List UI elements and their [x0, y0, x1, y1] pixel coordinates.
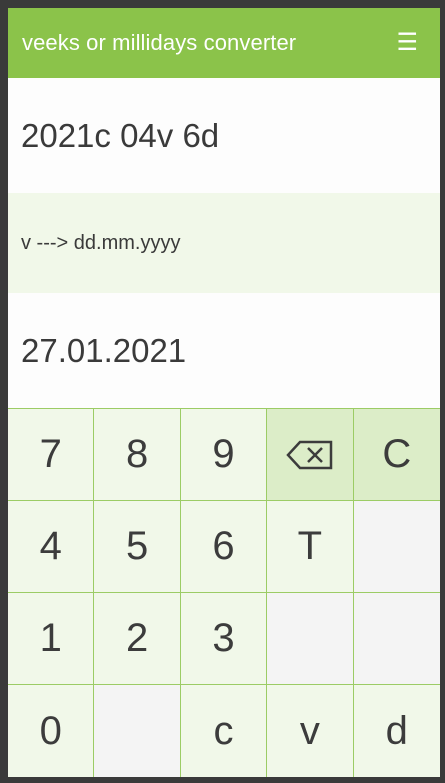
key-6[interactable]: 6: [180, 501, 268, 593]
key-0[interactable]: 0: [8, 685, 95, 777]
key-2[interactable]: 2: [94, 593, 181, 685]
key-c[interactable]: c: [180, 685, 268, 777]
empty-key: [353, 501, 440, 593]
key-5[interactable]: 5: [94, 501, 181, 593]
key-d[interactable]: d: [353, 685, 440, 777]
empty-key: [267, 593, 354, 685]
key-v[interactable]: v: [267, 685, 354, 777]
input-value: 2021c 04v 6d: [21, 116, 220, 154]
key-9[interactable]: 9: [180, 409, 268, 501]
hamburger-menu-icon[interactable]: ☰: [396, 31, 418, 55]
today-button[interactable]: T: [267, 501, 354, 593]
conversion-mode[interactable]: v ---> dd.mm.yyyy: [8, 193, 440, 293]
key-8[interactable]: 8: [94, 409, 181, 501]
output-display: 27.01.2021: [8, 293, 440, 408]
empty-key: [353, 593, 440, 685]
key-1[interactable]: 1: [8, 593, 95, 685]
output-value: 27.01.2021: [21, 331, 187, 369]
input-display[interactable]: 2021c 04v 6d: [8, 78, 440, 193]
key-4[interactable]: 4: [8, 501, 95, 593]
app-title: veeks or millidays converter: [22, 30, 297, 55]
app-window: veeks or millidays converter ☰ 2021c 04v…: [8, 8, 440, 777]
keypad: 7 8 9 C 4 5 6 T 1 2 3 0 c v d: [8, 408, 440, 777]
backspace-icon: [286, 440, 334, 470]
key-7[interactable]: 7: [8, 409, 95, 501]
backspace-button[interactable]: [267, 409, 354, 501]
clear-button[interactable]: C: [353, 409, 440, 501]
empty-key: [94, 685, 181, 777]
key-3[interactable]: 3: [180, 593, 268, 685]
conversion-mode-label: v ---> dd.mm.yyyy: [21, 231, 181, 254]
app-header: veeks or millidays converter ☰: [8, 8, 440, 78]
